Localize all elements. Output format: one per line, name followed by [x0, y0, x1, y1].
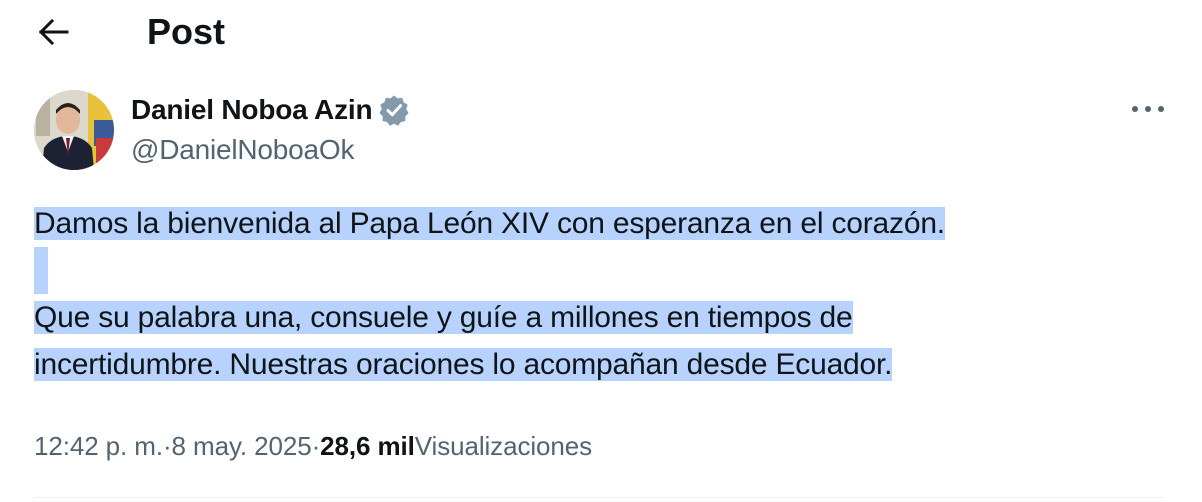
avatar-image	[34, 90, 114, 170]
top-bar: Post	[0, 0, 1202, 66]
selection-blank-line	[34, 247, 48, 294]
meta-separator: ·	[162, 430, 172, 461]
views-count[interactable]: 28,6 mil	[320, 431, 415, 462]
avatar[interactable]	[34, 90, 114, 170]
tweet-time[interactable]: 12:42 p. m.	[34, 431, 163, 462]
tweet-line: Que su palabra una, consuele y guíe a mi…	[34, 301, 853, 334]
tweet-date[interactable]: 8 may. 2025	[172, 431, 312, 462]
tweet-line: Damos la bienvenida al Papa León XIV con…	[34, 207, 945, 240]
page-title: Post	[147, 11, 226, 52]
tweet-line: incertidumbre. Nuestras oraciones lo aco…	[34, 348, 893, 381]
author-handle[interactable]: @DanielNoboaOk	[131, 134, 354, 166]
views-label[interactable]: Visualizaciones	[415, 431, 592, 462]
verified-badge-icon[interactable]	[378, 94, 410, 126]
back-button[interactable]	[34, 12, 74, 52]
tweet-text: Damos la bienvenida al Papa León XIV con…	[34, 200, 1094, 388]
tweet-metadata: 12:42 p. m. · 8 may. 2025 · 28,6 mil Vis…	[34, 428, 592, 464]
more-horizontal-icon	[1132, 106, 1164, 112]
arrow-left-icon	[39, 19, 69, 45]
author-name[interactable]: Daniel Noboa Azin	[131, 94, 373, 126]
author-name-row[interactable]: Daniel Noboa Azin	[131, 92, 410, 128]
more-options-button[interactable]	[1126, 93, 1170, 125]
divider	[34, 497, 1164, 498]
meta-separator: ·	[311, 430, 321, 461]
